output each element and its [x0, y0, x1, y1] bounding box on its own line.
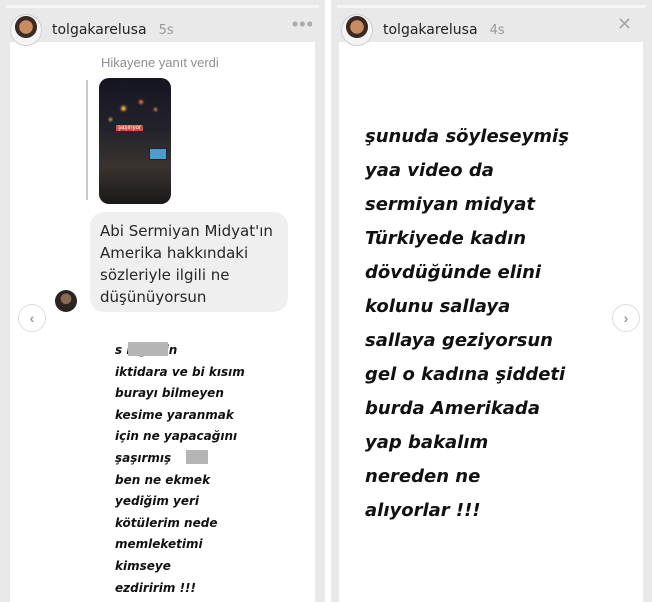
- censor-block: [128, 342, 168, 356]
- censor-block: [186, 450, 208, 464]
- message-text: Abi Sermiyan Midyat'ın Amerika hakkındak…: [100, 222, 273, 306]
- story-timestamp: 4s: [489, 22, 505, 38]
- story-header: tolgakarelusa 4s: [341, 12, 505, 48]
- story-timestamp: 5s: [158, 22, 174, 38]
- story-progress-bar: [6, 5, 319, 8]
- sender-avatar[interactable]: [55, 290, 77, 312]
- reply-quote-bar: [86, 80, 88, 200]
- story-progress-bar: [337, 5, 646, 8]
- right-story-frame: tolgakarelusa 4s ✕ › şunuda söyleseymiş …: [331, 0, 652, 602]
- username[interactable]: tolgakarelusa: [52, 22, 147, 38]
- profile-avatar[interactable]: [10, 14, 42, 46]
- story-header: tolgakarelusa 5s: [10, 12, 174, 48]
- message-bubble: Abi Sermiyan Midyat'ın Amerika hakkındak…: [90, 212, 288, 312]
- more-horizontal-icon[interactable]: •••: [292, 15, 314, 33]
- thumbnail-caption: şaşırıyor: [116, 125, 144, 131]
- chevron-left-icon[interactable]: ‹: [18, 304, 46, 332]
- car-dashboard-screen: [149, 148, 167, 160]
- left-story-frame: tolgakarelusa 5s ••• Hikayene yanıt verd…: [0, 0, 325, 602]
- story-text: s n gitsin iktidara ve bi kısım burayı b…: [115, 343, 245, 595]
- replied-story-thumbnail[interactable]: şaşırıyor: [99, 78, 171, 204]
- prev-glyph: ‹: [29, 310, 35, 326]
- story-text: şunuda söyleseymiş yaa video da sermiyan…: [365, 126, 569, 521]
- close-icon[interactable]: ✕: [617, 15, 633, 33]
- reply-label: Hikayene yanıt verdi: [101, 55, 219, 70]
- profile-avatar[interactable]: [341, 14, 373, 46]
- username[interactable]: tolgakarelusa: [383, 22, 478, 38]
